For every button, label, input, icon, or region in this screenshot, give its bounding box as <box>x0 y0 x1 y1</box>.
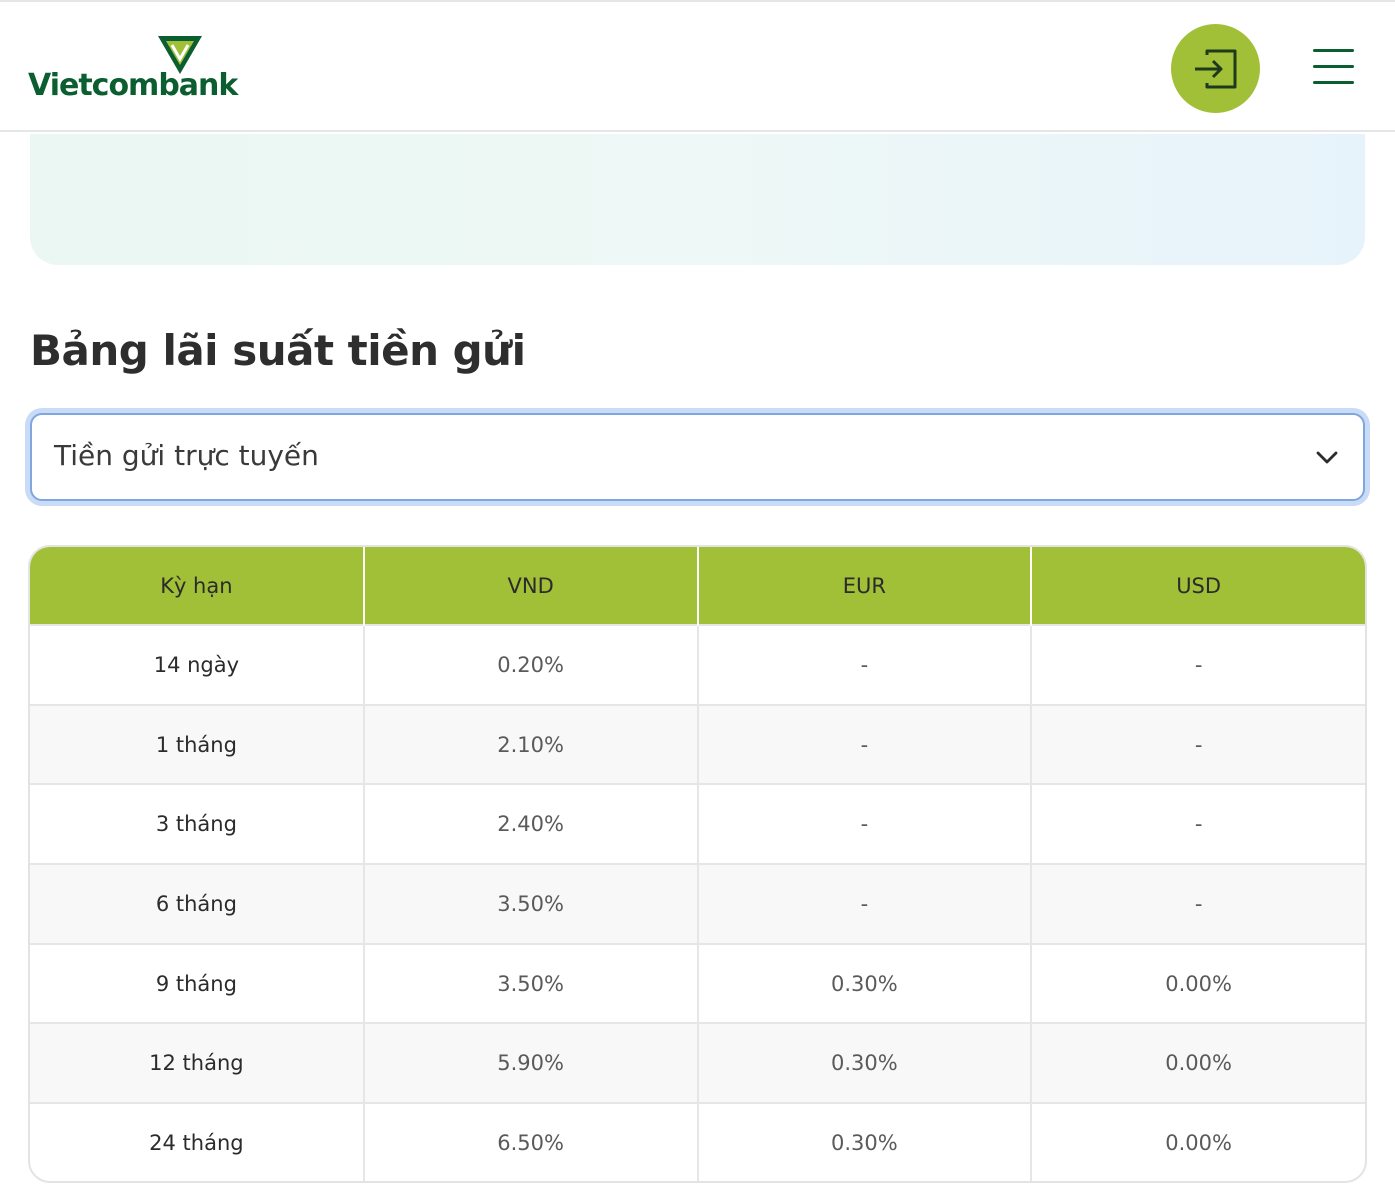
usd-rate-cell: - <box>1031 703 1365 785</box>
usd-rate-cell: 0.00% <box>1031 1022 1365 1104</box>
eur-rate-cell: - <box>697 624 1033 705</box>
usd-rate-cell: 0.00% <box>1031 1102 1365 1181</box>
term-cell: 9 tháng <box>30 942 365 1024</box>
interest-rate-table: Kỳ hạn VND EUR USD 14 ngày 0.20% - - 1 t… <box>28 545 1367 1183</box>
eur-rate-cell: 0.30% <box>697 1022 1033 1104</box>
eur-rate-cell: - <box>697 703 1033 785</box>
hamburger-line <box>1313 81 1354 84</box>
table-row: 3 tháng 2.40% - - <box>30 783 1365 865</box>
eur-rate-cell: 0.30% <box>697 942 1033 1024</box>
usd-rate-cell: 0.00% <box>1031 942 1365 1024</box>
vnd-rate-cell: 5.90% <box>363 1022 699 1104</box>
term-cell: 1 tháng <box>30 703 365 785</box>
eur-rate-cell: - <box>697 863 1033 944</box>
vnd-rate-cell: 0.20% <box>363 624 699 705</box>
hamburger-line <box>1313 65 1354 68</box>
term-cell: 14 ngày <box>30 624 365 705</box>
brand-name: Vietcombank <box>28 68 238 103</box>
vietcombank-logo[interactable]: Vietcombank <box>28 32 238 108</box>
column-header-term: Kỳ hạn <box>30 547 365 625</box>
column-header-vnd: VND <box>363 547 699 625</box>
eur-rate-cell: 0.30% <box>697 1102 1033 1181</box>
column-header-usd: USD <box>1031 547 1365 625</box>
table-row: 9 tháng 3.50% 0.30% 0.00% <box>30 942 1365 1024</box>
column-header-eur: EUR <box>697 547 1033 625</box>
hamburger-menu-icon <box>1313 49 1354 52</box>
usd-rate-cell: - <box>1031 624 1365 705</box>
vnd-rate-cell: 3.50% <box>363 942 699 1024</box>
hamburger-menu-button[interactable] <box>1310 46 1358 86</box>
select-value: Tiền gửi trực tuyến <box>54 439 319 472</box>
vnd-rate-cell: 3.50% <box>363 863 699 944</box>
site-header: Vietcombank <box>0 0 1395 132</box>
table-header-row: Kỳ hạn VND EUR USD <box>30 547 1365 625</box>
table-row: 12 tháng 5.90% 0.30% 0.00% <box>30 1022 1365 1104</box>
term-cell: 24 tháng <box>30 1102 365 1181</box>
login-icon <box>1194 49 1236 88</box>
deposit-type-select[interactable]: Tiền gửi trực tuyến <box>30 413 1365 501</box>
login-button[interactable] <box>1171 24 1260 113</box>
vnd-rate-cell: 2.40% <box>363 783 699 865</box>
table-row: 6 tháng 3.50% - - <box>30 863 1365 944</box>
usd-rate-cell: - <box>1031 863 1365 944</box>
eur-rate-cell: - <box>697 783 1033 865</box>
table-row: 1 tháng 2.10% - - <box>30 703 1365 785</box>
table-row: 24 tháng 6.50% 0.30% 0.00% <box>30 1102 1365 1181</box>
section-title: Bảng lãi suất tiền gửi <box>30 326 526 375</box>
promo-banner <box>30 134 1365 265</box>
vnd-rate-cell: 6.50% <box>363 1102 699 1181</box>
usd-rate-cell: - <box>1031 783 1365 865</box>
term-cell: 12 tháng <box>30 1022 365 1104</box>
table-row: 14 ngày 0.20% - - <box>30 624 1365 705</box>
chevron-down-icon <box>1316 451 1338 464</box>
term-cell: 6 tháng <box>30 863 365 944</box>
vnd-rate-cell: 2.10% <box>363 703 699 785</box>
term-cell: 3 tháng <box>30 783 365 865</box>
